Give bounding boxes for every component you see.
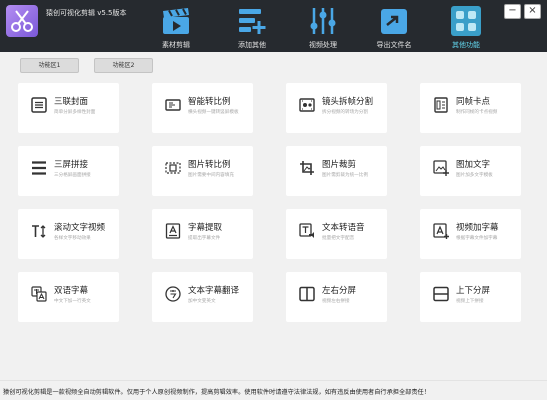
card-subtitle: 提取出字幕文件 xyxy=(188,236,221,241)
image-crop-icon xyxy=(300,161,314,175)
minimize-button[interactable]: − xyxy=(504,4,521,19)
card-title: 视频加字幕 xyxy=(456,223,499,233)
card-subtitle: 批量把文字配音 xyxy=(322,236,355,241)
toolbar-item-label: 素材剪辑 xyxy=(162,41,190,49)
card-title: 上下分屏 xyxy=(456,286,491,296)
card-smart-ratio[interactable]: 智能转比例 横头视频一键转竖屏模板 xyxy=(152,83,253,133)
card-title: 图片裁剪 xyxy=(322,160,357,170)
card-image-ratio[interactable]: 图片转比例 图片需要中间内容填充 xyxy=(152,146,253,196)
frame-beat-icon xyxy=(434,97,448,113)
status-bar: 猿创可视化剪辑是一款视频全自动剪辑软件。仅用于个人原创视频制作，提高剪辑效率。使… xyxy=(0,380,547,400)
toolbar-item-export-filename[interactable]: 导出文件名 xyxy=(362,4,426,52)
toolbar-item-label: 视频处理 xyxy=(309,41,337,49)
card-film-split[interactable]: 镜头拆帧分割 拆分视频的转场为分割 xyxy=(286,83,387,133)
close-button[interactable]: × xyxy=(524,4,541,19)
image-ratio-icon xyxy=(165,162,181,174)
image-text-icon xyxy=(433,160,449,176)
triple-cover-icon xyxy=(31,97,47,113)
card-image-text[interactable]: 图加文字 图片加多文字模板 xyxy=(420,146,521,196)
card-split-vertical[interactable]: 上下分屏 视频上下拼接 xyxy=(420,272,521,322)
bilingual-icon xyxy=(31,286,47,302)
text-to-speech-icon xyxy=(299,223,314,238)
sliders-icon xyxy=(310,8,336,34)
card-video-subtitle[interactable]: 视频加字幕 根据字幕文件加字幕 xyxy=(420,209,521,259)
card-text-to-speech[interactable]: 文本转语音 批量把文字配音 xyxy=(286,209,387,259)
card-title: 三屏拼接 xyxy=(54,160,89,170)
toolbar-item-label: 其他功能 xyxy=(452,41,480,49)
card-title: 文本转语音 xyxy=(322,223,365,233)
card-subtitle: 横头视频一键转竖屏模板 xyxy=(188,110,239,115)
card-subtitle: 视频左右拼接 xyxy=(322,299,350,304)
card-subtitle: 制作同帧的卡点视频 xyxy=(456,110,498,115)
clapperboard-icon xyxy=(163,8,189,34)
card-subtitle: 简单分屏多样性封面 xyxy=(54,110,96,115)
card-title: 图片转比例 xyxy=(188,160,231,170)
card-title: 三联封面 xyxy=(54,97,89,107)
toolbar-item-video-process[interactable]: 视频处理 xyxy=(291,4,355,52)
card-subtitle: 根据字幕文件加字幕 xyxy=(456,236,498,241)
toolbar-item-material-edit[interactable]: 素材剪辑 xyxy=(144,4,208,52)
film-split-icon xyxy=(299,98,315,112)
card-title: 同帧卡点 xyxy=(456,97,491,107)
toolbar-item-label: 添加其他 xyxy=(238,41,266,49)
card-translate[interactable]: 文本字幕翻译 加中文变英文 xyxy=(152,272,253,322)
card-title: 智能转比例 xyxy=(188,97,231,107)
video-subtitle-icon xyxy=(433,223,449,239)
card-title: 滚动文字视频 xyxy=(54,223,106,233)
split-horizontal-icon xyxy=(299,286,315,302)
toolbar-item-label: 导出文件名 xyxy=(376,41,412,49)
grid-apps-icon xyxy=(451,6,481,36)
card-title: 镜头拆帧分割 xyxy=(322,97,374,107)
card-split-horizontal[interactable]: 左右分屏 视频左右拼接 xyxy=(286,272,387,322)
toolbar-item-other-functions[interactable]: 其他功能 xyxy=(434,4,498,52)
tab-function-area-1[interactable]: 功能区1 xyxy=(20,58,79,73)
card-subtitle: 图片需要中间内容填充 xyxy=(188,173,234,178)
card-three-screen[interactable]: 三屏拼接 三分格屏画面拼接 xyxy=(18,146,119,196)
scroll-text-icon xyxy=(32,225,46,238)
tab-function-area-2[interactable]: 功能区2 xyxy=(94,58,153,73)
card-title: 双语字幕 xyxy=(54,286,89,296)
subtitle-extract-icon xyxy=(165,223,181,239)
three-screen-icon xyxy=(32,161,46,175)
card-subtitle-extract[interactable]: 字幕提取 提取出字幕文件 xyxy=(152,209,253,259)
list-add-icon xyxy=(239,9,266,34)
card-subtitle: 各样文字移动效果 xyxy=(54,236,91,241)
card-title: 左右分屏 xyxy=(322,286,357,296)
card-subtitle: 视频上下拼接 xyxy=(456,299,484,304)
card-scroll-text[interactable]: 滚动文字视频 各样文字移动效果 xyxy=(18,209,119,259)
app-title: 猿创可视化剪辑 v5.5版本 xyxy=(46,9,127,17)
translate-icon xyxy=(165,286,181,302)
export-arrow-icon xyxy=(381,9,407,34)
top-toolbar: 猿创可视化剪辑 v5.5版本 素材剪辑 添加其他 视频处理 导出文件名 其他功能… xyxy=(0,0,547,52)
card-title: 图加文字 xyxy=(456,160,491,170)
card-subtitle: 加中文变英文 xyxy=(188,299,216,304)
card-triple-cover[interactable]: 三联封面 简单分屏多样性封面 xyxy=(18,83,119,133)
card-title: 字幕提取 xyxy=(188,223,223,233)
smart-ratio-icon xyxy=(165,99,181,111)
card-frame-beat[interactable]: 同帧卡点 制作同帧的卡点视频 xyxy=(420,83,521,133)
card-subtitle: 中文下加一行英文 xyxy=(54,299,91,304)
card-title: 文本字幕翻译 xyxy=(188,286,240,296)
split-vertical-icon xyxy=(433,286,449,302)
toolbar-item-add-other[interactable]: 添加其他 xyxy=(220,4,284,52)
card-bilingual[interactable]: 双语字幕 中文下加一行英文 xyxy=(18,272,119,322)
card-image-crop[interactable]: 图片裁剪 图片需剪裁为统一比例 xyxy=(286,146,387,196)
card-subtitle: 图片需剪裁为统一比例 xyxy=(322,173,368,178)
app-logo-icon xyxy=(6,5,38,37)
card-subtitle: 拆分视频的转场为分割 xyxy=(322,110,368,115)
card-subtitle: 图片加多文字模板 xyxy=(456,173,493,178)
card-subtitle: 三分格屏画面拼接 xyxy=(54,173,91,178)
